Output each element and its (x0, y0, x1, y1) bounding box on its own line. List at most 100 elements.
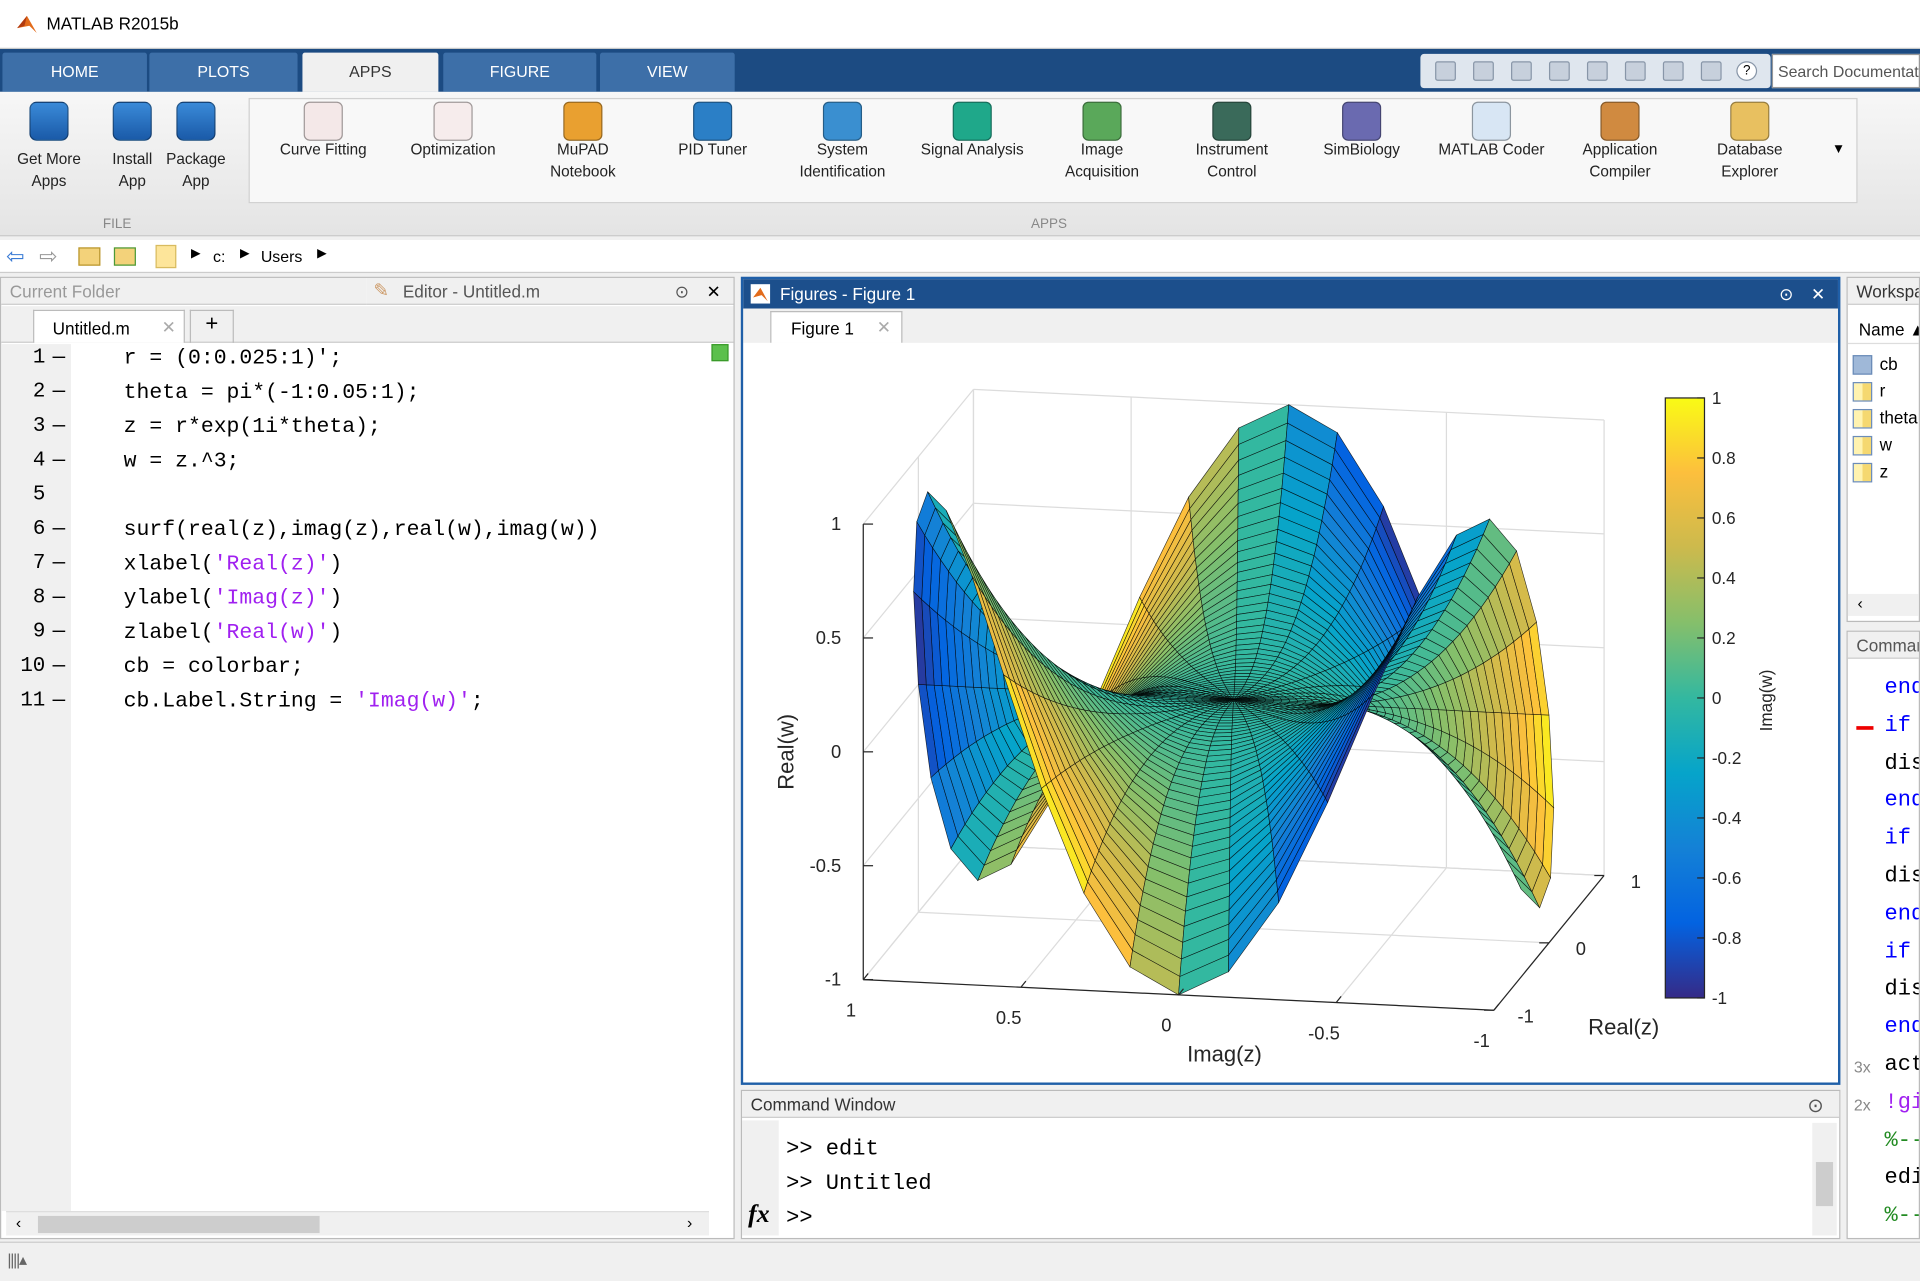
app-label: MuPAD (516, 138, 651, 160)
workspace-variable[interactable]: r (1853, 381, 1886, 402)
optimization-icon (433, 102, 472, 141)
app-label: Compiler (1553, 160, 1688, 182)
status-grip-icon: ||||▴ (7, 1250, 25, 1270)
app-label: System (775, 138, 910, 160)
history-entry[interactable]: if (1884, 714, 1910, 738)
tick-label: 1 (831, 513, 841, 534)
history-entry[interactable]: end (1884, 676, 1920, 700)
workspace-variable[interactable]: w (1853, 435, 1892, 456)
app-label: Control (1164, 160, 1299, 182)
cmd-prompt-input[interactable]: >> (786, 1206, 812, 1230)
workspace-variable[interactable]: theta (1853, 408, 1918, 429)
colorbar-tick-label: 0 (1712, 688, 1722, 708)
app-matlab-coder[interactable]: MATLAB Coder (1424, 102, 1559, 161)
history-entry[interactable]: if (1884, 940, 1910, 964)
app-instrument[interactable]: InstrumentControl (1164, 102, 1299, 183)
history-entry[interactable]: dis (1884, 978, 1920, 1002)
tick-mark (1336, 996, 1341, 1002)
image-icon (1082, 102, 1121, 141)
horizontal-scrollbar[interactable]: ‹ (1848, 594, 1920, 616)
tick-label: 0.5 (996, 1007, 1022, 1028)
grid-line (1336, 868, 1446, 1003)
y-axis-label: Imag(z) (1187, 1042, 1262, 1067)
workspace-variable[interactable]: z (1853, 462, 1889, 483)
history-entry[interactable]: !gi (1884, 1091, 1920, 1115)
x-axis-label: Real(z) (1588, 1015, 1659, 1040)
object-icon (1853, 355, 1873, 375)
history-entry[interactable]: %-- (1884, 1204, 1920, 1228)
history-entry[interactable]: end (1884, 1015, 1920, 1039)
signal-analysis-icon (953, 102, 992, 141)
app-label: Application (1553, 138, 1688, 160)
name-column-header[interactable]: Name ▲ (1848, 315, 1920, 344)
surface-plot[interactable]: 10.50-0.5-110.50-0.5-1-101Imag(z)Real(z)… (0, 0, 1920, 1281)
surface-patch (1235, 673, 1250, 676)
history-entry[interactable]: act (1884, 1053, 1920, 1077)
command-window-header: Command Window (742, 1091, 1839, 1118)
history-count: 3x (1854, 1058, 1871, 1076)
function-browser-icon[interactable]: fx (748, 1199, 769, 1230)
database-icon (1730, 102, 1769, 141)
app-label: Instrument (1164, 138, 1299, 160)
mupad-icon (563, 102, 602, 141)
app-pid-tuner[interactable]: PID Tuner (645, 102, 780, 161)
button-label: Install (98, 148, 167, 170)
app-label: SimBiology (1294, 138, 1429, 160)
app-optimization[interactable]: Optimization (386, 102, 521, 161)
history-entry[interactable]: dis (1884, 751, 1920, 775)
app-mupad[interactable]: MuPADNotebook (516, 102, 651, 183)
instrument-icon (1212, 102, 1251, 141)
workspace-panel: Workspace Name ▲ ‹ cbrthetawz (1847, 277, 1920, 622)
history-entry[interactable]: end (1884, 902, 1920, 926)
package-icon (176, 102, 215, 141)
app-label: Explorer (1682, 160, 1817, 182)
history-entry[interactable]: edi (1884, 1166, 1920, 1190)
app-database[interactable]: DatabaseExplorer (1682, 102, 1817, 183)
tick-label: 0 (831, 741, 841, 762)
history-entry[interactable]: if (1884, 827, 1910, 851)
pid-tuner-icon (693, 102, 732, 141)
app-label: Optimization (386, 138, 521, 160)
app-curve-fitting[interactable]: Curve Fitting (256, 102, 391, 161)
ribbon-button-install[interactable]: InstallApp (98, 102, 167, 193)
system-icon (823, 102, 862, 141)
app-application[interactable]: ApplicationCompiler (1553, 102, 1688, 183)
history-entry[interactable]: end (1884, 789, 1920, 813)
install-icon (113, 102, 152, 141)
tick-label: -1 (1518, 1005, 1534, 1026)
app-label: MATLAB Coder (1424, 138, 1559, 160)
command-window: Command Window ⊙ >> edit >> Untitled fx … (741, 1090, 1841, 1239)
history-entry[interactable]: %-- (1884, 1128, 1920, 1152)
button-label: Get More (12, 148, 85, 170)
panel-menu-icon[interactable]: ⊙ (1807, 1093, 1823, 1117)
ribbon-button-package[interactable]: PackageApp (162, 102, 231, 193)
variable-name: theta (1880, 408, 1918, 428)
workspace-variable[interactable]: cb (1853, 354, 1898, 375)
ribbon-button-get-more[interactable]: Get MoreApps (12, 102, 85, 193)
app-image[interactable]: ImageAcquisition (1035, 102, 1170, 183)
column-label: Name (1859, 320, 1905, 340)
tick-label: -0.5 (1308, 1022, 1340, 1043)
simbiology-icon (1342, 102, 1381, 141)
app-label: Acquisition (1035, 160, 1170, 182)
history-entry[interactable]: dis (1884, 864, 1920, 888)
colorbar-tick-label: 0.8 (1712, 448, 1736, 468)
surface-patch (1220, 718, 1233, 721)
app-label: Image (1035, 138, 1170, 160)
tick-mark (1494, 1004, 1499, 1010)
command-history-header: Command History (1848, 632, 1920, 659)
matrix-icon (1853, 436, 1873, 456)
app-signal-analysis[interactable]: Signal Analysis (905, 102, 1040, 161)
colorbar-tick-label: -0.4 (1712, 808, 1742, 828)
scrollbar-thumb[interactable] (1816, 1162, 1833, 1206)
tick-label: -0.5 (810, 855, 842, 876)
surface-patch (1218, 720, 1232, 723)
tick-label: 0 (1161, 1015, 1171, 1036)
download-icon (29, 102, 68, 141)
app-label: Database (1682, 138, 1817, 160)
tick-mark (863, 973, 868, 979)
vertical-scrollbar[interactable] (1812, 1123, 1836, 1236)
app-system[interactable]: SystemIdentification (775, 102, 910, 183)
app-simbiology[interactable]: SimBiology (1294, 102, 1429, 161)
tick-label: -1 (1473, 1030, 1489, 1051)
